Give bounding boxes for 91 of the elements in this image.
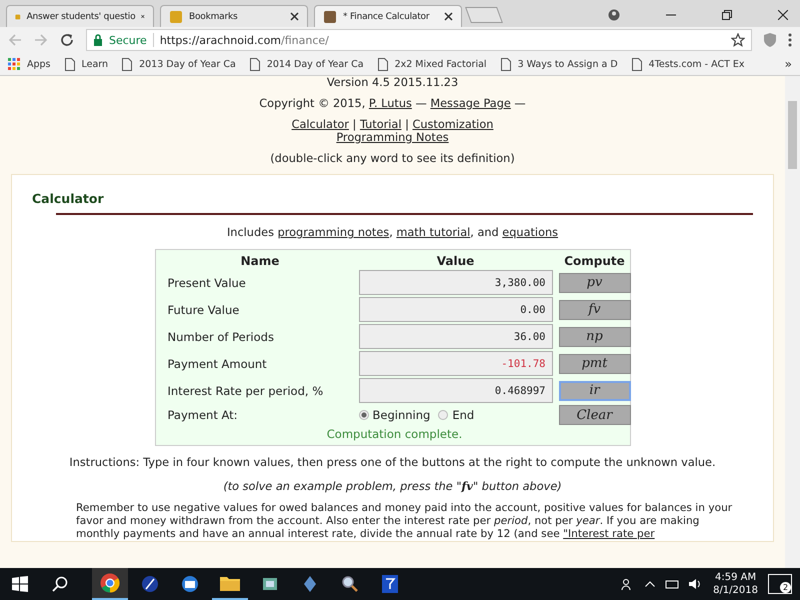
tab-title: Answer students' questio — [26, 12, 136, 22]
apps-grid-icon — [8, 58, 20, 70]
field-label: Number of Periods — [168, 330, 275, 344]
search-icon[interactable] — [52, 576, 68, 592]
value-field[interactable]: 3,380.00 — [358, 270, 552, 295]
tab-title: * Finance Calculator — [343, 12, 430, 22]
includes-text: , and — [470, 226, 500, 239]
example-text: (to solve an example problem, press the "fv" button above) — [222, 479, 563, 493]
app-icon — [301, 575, 319, 593]
compute-button[interactable]: fv — [558, 300, 630, 320]
radio-button[interactable] — [438, 410, 448, 420]
instructions-text: Instructions: Type in four known values, then press one of the buttons at the right to compute the unknown value. — [68, 456, 717, 469]
bookmark[interactable]: Learn — [64, 58, 108, 70]
copyright-text: — — [513, 97, 526, 110]
link[interactable]: equations — [502, 226, 558, 239]
profile-icon[interactable] — [608, 9, 620, 21]
hint-text: (double-click any word to see its definition) — [269, 152, 516, 165]
link[interactable]: P. Lutus — [368, 97, 412, 110]
version-text: Version 4.5 2015.11.23 — [326, 76, 460, 89]
value-field[interactable]: 36.00 — [358, 324, 552, 349]
notifications-button[interactable]: 2 — [768, 574, 792, 594]
includes-text: , — [389, 226, 394, 239]
copyright-text: Copyright © 2015, — [259, 97, 366, 110]
bookmark[interactable]: 3 Ways to Assign a D — [500, 58, 618, 70]
section-title: Calculator — [32, 191, 105, 206]
windows-logo-icon[interactable] — [12, 576, 28, 592]
bookmark[interactable]: 2x2 Mixed Factorial — [378, 58, 487, 70]
close-icon[interactable] — [290, 12, 299, 21]
status-text: Computation complete. — [326, 427, 464, 441]
network-icon[interactable] — [665, 579, 680, 589]
mail-app-icon — [181, 575, 199, 593]
field-label: Payment At: — [168, 408, 239, 422]
magnifier-icon — [341, 575, 359, 593]
star-icon[interactable] — [731, 33, 745, 47]
scrollbar[interactable] — [785, 76, 800, 568]
restore-icon[interactable] — [722, 10, 732, 20]
compute-button[interactable]: ir — [558, 380, 630, 400]
field-label: Payment Amount — [168, 356, 268, 370]
close-icon[interactable] — [778, 10, 788, 20]
value-field[interactable]: -101.78 — [358, 351, 552, 376]
value-field[interactable]: 0.468997 — [358, 378, 552, 403]
reload-icon[interactable] — [60, 33, 74, 47]
column-header: Name — [240, 254, 280, 268]
circle-app-icon — [141, 575, 159, 593]
includes-text: Includes — [226, 226, 275, 239]
clear-button[interactable]: Clear — [558, 405, 630, 425]
copyright-text: — — [414, 97, 428, 110]
bookmark[interactable]: 4Tests.com - ACT Ex — [632, 58, 745, 70]
app-icon — [382, 575, 398, 593]
value-field[interactable]: 0.00 — [358, 297, 552, 322]
column-header: Value — [436, 254, 476, 268]
radio-label: Beginning — [372, 408, 430, 422]
nav-link[interactable]: Tutorial — [360, 118, 402, 131]
radio-label: End — [452, 408, 474, 422]
taskbar-app[interactable] — [92, 568, 128, 600]
radio-button[interactable] — [358, 410, 368, 420]
more-bookmarks-button[interactable]: » — [784, 57, 792, 71]
shield-icon[interactable] — [764, 33, 776, 47]
compute-button[interactable]: pv — [558, 272, 630, 292]
nav-link[interactable]: Customization — [412, 118, 494, 131]
link[interactable]: Message Page — [430, 97, 511, 110]
bookmark[interactable]: Apps — [8, 58, 51, 70]
folder-icon — [220, 575, 240, 591]
separator-text: | — [352, 118, 358, 131]
column-header: Compute — [563, 254, 626, 268]
compute-button[interactable]: np — [558, 326, 630, 346]
app-icon — [261, 575, 279, 593]
browser-tab[interactable]: Bookmarks — [160, 5, 308, 27]
link[interactable]: "Interest rate per — [563, 528, 655, 540]
field-label: Future Value — [168, 302, 240, 316]
nav-link[interactable]: Calculator — [292, 118, 349, 131]
chevron-up-icon[interactable] — [645, 581, 656, 587]
field-label: Present Value — [168, 276, 247, 290]
compute-button[interactable]: pmt — [558, 354, 630, 374]
note-paragraph: Remember to use negative values for owed balances and money paid into the account, positive values for balances in your favor and money withdrawn from the account. Also enter the interest rate per period, not per year. If you are making monthly payments and have an annual interest rate, divide the annual rate by 12 (and see "Interest rate per — [76, 502, 733, 541]
link[interactable]: math tutorial — [396, 226, 470, 239]
menu-icon[interactable] — [788, 33, 792, 47]
browser-tab[interactable]: Answer students' questio — [6, 5, 154, 27]
link[interactable]: programming notes — [278, 226, 390, 239]
address-bar[interactable]: Secure https://arachnoid.com/finance/ — [86, 29, 752, 51]
bookmark[interactable]: 2013 Day of Year Ca — [122, 58, 236, 70]
field-label: Interest Rate per period, % — [168, 384, 324, 398]
close-icon[interactable] — [444, 12, 453, 21]
browser-tab[interactable]: * Finance Calculator — [314, 5, 462, 27]
lock-icon — [93, 34, 103, 46]
tab-title: Bookmarks — [189, 12, 238, 22]
browser-icon — [100, 573, 120, 593]
nav-link[interactable]: Programming Notes — [336, 131, 449, 144]
separator-text: | — [404, 118, 410, 131]
bookmark[interactable]: 2014 Day of Year Ca — [250, 58, 364, 70]
taskbar-clock[interactable]: 4:59 AM 8/1/2018 — [713, 571, 758, 597]
